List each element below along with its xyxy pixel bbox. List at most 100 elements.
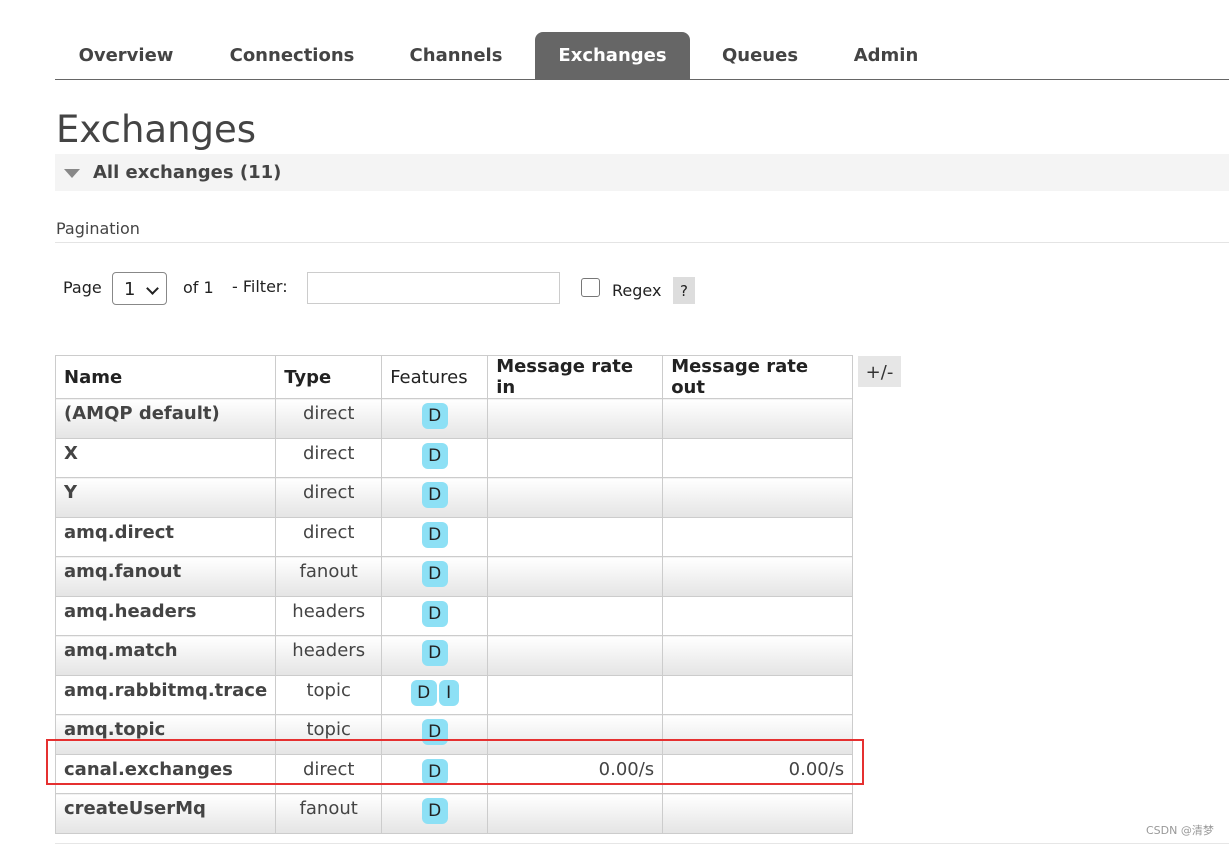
feature-badge: D [421, 482, 448, 508]
exchange-features: D [381, 437, 489, 478]
pagination-title: Pagination [56, 219, 140, 238]
message-rate-in [487, 714, 664, 755]
column-header-features: Features [381, 355, 489, 399]
tab-overview[interactable]: Overview [55, 32, 197, 79]
nav-tabs: Overview Connections Channels Exchanges … [55, 32, 1229, 80]
exchange-name-link[interactable]: canal.exchanges [54, 753, 277, 794]
message-rate-in [487, 516, 664, 557]
page-label: Page [63, 278, 102, 297]
message-rate-in [487, 398, 664, 439]
page-title: Exchanges [56, 108, 257, 151]
exchange-name-link[interactable]: amq.match [54, 635, 277, 676]
feature-badge: D [421, 561, 448, 587]
exchange-name-link[interactable]: amq.rabbitmq.trace [54, 674, 277, 715]
exchange-features: D [381, 477, 489, 518]
tab-connections[interactable]: Connections [212, 32, 372, 79]
feature-badge: D [421, 758, 448, 785]
exchange-name-link[interactable]: amq.direct [54, 516, 277, 557]
table-row: amq.direct direct D [54, 516, 854, 557]
column-header-name[interactable]: Name [54, 355, 277, 399]
exchange-name-link[interactable]: Y [54, 477, 277, 518]
message-rate-out [662, 516, 854, 557]
message-rate-out [662, 595, 854, 636]
table-row: amq.fanout fanout D [54, 556, 854, 597]
exchange-name-link[interactable]: X [54, 437, 277, 478]
filter-input[interactable] [307, 272, 560, 304]
message-rate-in: 0.00/s [487, 753, 664, 794]
table-row: createUserMq fanout D [54, 793, 854, 834]
exchange-features: D [381, 714, 489, 755]
exchange-features: D [381, 793, 489, 834]
message-rate-in [487, 595, 664, 636]
feature-badge: D [421, 640, 448, 666]
tab-channels[interactable]: Channels [388, 32, 524, 79]
exchange-features: DI [381, 674, 489, 715]
message-rate-in [487, 477, 664, 518]
feature-badge: D [421, 600, 448, 627]
exchange-type: headers [275, 595, 383, 636]
divider [55, 242, 1229, 243]
exchange-name-link[interactable]: (AMQP default) [54, 398, 277, 439]
message-rate-in [487, 556, 664, 597]
column-toggle-button[interactable]: +/- [858, 356, 901, 387]
message-rate-in [487, 635, 664, 676]
feature-badge: D [421, 521, 448, 548]
feature-badge: D [421, 719, 448, 745]
exchange-name-link[interactable]: amq.fanout [54, 556, 277, 597]
exchange-type: direct [275, 437, 383, 478]
chevron-down-icon [146, 282, 159, 295]
exchange-type: fanout [275, 793, 383, 834]
regex-checkbox[interactable] [581, 278, 600, 297]
page-count-label: of 1 [183, 278, 214, 297]
message-rate-in [487, 437, 664, 478]
message-rate-out [662, 714, 854, 755]
exchange-features: D [381, 635, 489, 676]
tab-admin[interactable]: Admin [835, 32, 937, 79]
page-select[interactable]: 1 [112, 272, 167, 305]
message-rate-out [662, 437, 854, 478]
regex-help-button[interactable]: ? [673, 277, 695, 304]
tab-exchanges[interactable]: Exchanges [535, 32, 690, 79]
exchange-type: topic [275, 714, 383, 755]
message-rate-out: 0.00/s [662, 753, 854, 794]
table-row: amq.topic topic D [54, 714, 854, 755]
exchange-type: direct [275, 398, 383, 439]
message-rate-out [662, 556, 854, 597]
message-rate-in [487, 793, 664, 834]
exchange-type: direct [275, 753, 383, 794]
exchange-type: direct [275, 516, 383, 557]
message-rate-out [662, 674, 854, 715]
exchange-name-link[interactable]: amq.headers [54, 595, 277, 636]
table-row: amq.headers headers D [54, 595, 854, 636]
message-rate-out [662, 635, 854, 676]
feature-badge: D [421, 442, 448, 469]
message-rate-out [662, 398, 854, 439]
table-row: amq.rabbitmq.trace topic D I [54, 674, 854, 715]
tab-queues[interactable]: Queues [705, 32, 815, 79]
exchange-name-link[interactable]: amq.topic [54, 714, 277, 755]
exchange-type: topic [275, 674, 383, 715]
all-exchanges-section-toggle[interactable]: All exchanges (11) [55, 154, 1229, 191]
table-header-row: Name Type Features Message rate in Messa… [54, 355, 854, 399]
pagination-controls: Page 1 of 1 - Filter: Regex ? [0, 270, 1229, 310]
message-rate-out [662, 477, 854, 518]
exchange-features: D [381, 556, 489, 597]
collapse-triangle-icon [64, 169, 80, 178]
exchange-name-link[interactable]: createUserMq [54, 793, 277, 834]
message-rate-out [662, 793, 854, 834]
exchange-features: D [381, 595, 489, 636]
exchanges-table: Name Type Features Message rate in Messa… [54, 355, 854, 834]
exchange-type: fanout [275, 556, 383, 597]
column-header-rate-in[interactable]: Message rate in [487, 355, 664, 399]
feature-badge: D [421, 403, 448, 429]
filter-label: - Filter: [232, 277, 288, 296]
table-row: (AMQP default) direct D [54, 398, 854, 439]
page-select-value: 1 [124, 279, 136, 300]
exchange-features: D [381, 753, 489, 794]
column-header-rate-out[interactable]: Message rate out [662, 355, 854, 399]
feature-badge: D [410, 679, 437, 706]
table-row: canal.exchanges direct D 0.00/s 0.00/s [54, 753, 854, 794]
exchange-type: headers [275, 635, 383, 676]
divider [55, 843, 1229, 844]
column-header-type[interactable]: Type [275, 355, 383, 399]
